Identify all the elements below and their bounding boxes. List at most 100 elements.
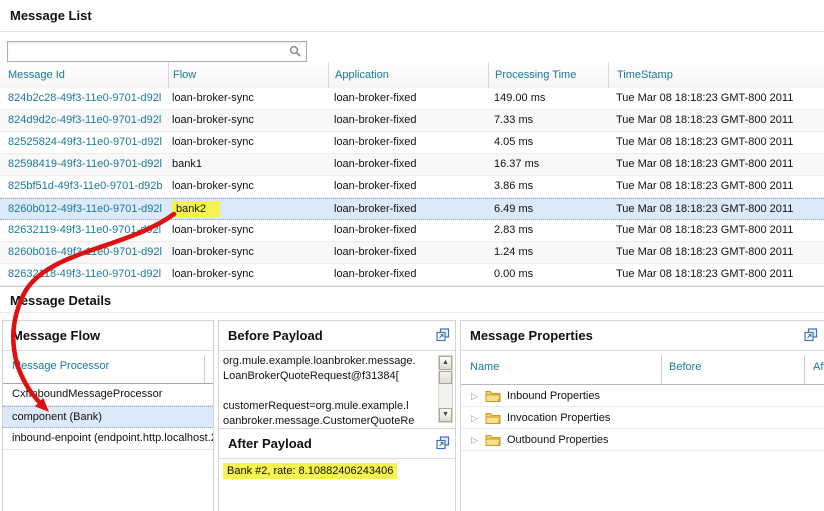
table-row[interactable]: 82525824-49f3-11e0-9701-d92l loan-broker… bbox=[0, 132, 824, 154]
column-header-name[interactable]: Name bbox=[470, 361, 499, 373]
cell-processing-time: 2.83 ms bbox=[494, 224, 534, 236]
after-payload-header: After Payload bbox=[219, 429, 455, 459]
cell-processing-time: 1.24 ms bbox=[494, 246, 534, 258]
property-group-row[interactable]: ▷ Inbound Properties bbox=[461, 385, 824, 407]
table-row[interactable]: 82632119-49f3-11e0-9701-d92l loan-broker… bbox=[0, 220, 824, 242]
cell-flow: bank1 bbox=[172, 158, 202, 170]
table-row-selected[interactable]: 8260b012-49f3-11e0-9701-d92l bank2 loan-… bbox=[0, 198, 824, 220]
cell-application: loan-broker-fixed bbox=[334, 158, 417, 170]
column-header-flow[interactable]: Flow bbox=[168, 62, 328, 88]
message-flow-title: Message Flow bbox=[12, 328, 101, 343]
expander-icon[interactable]: ▷ bbox=[471, 430, 485, 450]
vertical-scrollbar[interactable]: ▲ ▼ bbox=[438, 355, 453, 423]
column-header-message-id[interactable]: Message Id bbox=[0, 62, 168, 88]
cell-message-id[interactable]: 8260b016-49f3-11e0-9701-d92l bbox=[0, 242, 168, 263]
payload-line: customerRequest=org.mule.example.l bbox=[223, 400, 409, 412]
cell-timestamp: Tue Mar 08 18:18:23 GMT-800 2011 bbox=[616, 136, 794, 148]
cell-timestamp: Tue Mar 08 18:18:23 GMT-800 2011 bbox=[616, 203, 794, 215]
message-properties-title: Message Properties bbox=[470, 328, 593, 343]
cell-application: loan-broker-fixed bbox=[334, 180, 417, 192]
cell-processing-time: 4.05 ms bbox=[494, 136, 534, 148]
popout-icon[interactable] bbox=[804, 328, 818, 342]
table-row[interactable]: 824d9d2c-49f3-11e0-9701-d92l loan-broker… bbox=[0, 110, 824, 132]
after-payload-panel: After Payload Bank #2, rate: 8.108824062… bbox=[218, 428, 456, 511]
cell-message-id[interactable]: 8260b012-49f3-11e0-9701-d92l bbox=[0, 199, 168, 219]
column-divider bbox=[204, 355, 205, 383]
table-row[interactable]: 8260b016-49f3-11e0-9701-d92l loan-broker… bbox=[0, 242, 824, 264]
message-flow-panel: Message Flow Message Processor CxfInboun… bbox=[2, 320, 214, 511]
property-group-label[interactable]: Outbound Properties bbox=[507, 430, 609, 450]
message-processor-label: Message Processor bbox=[12, 360, 110, 372]
table-row[interactable]: 824b2c28-49f3-11e0-9701-d92l loan-broker… bbox=[0, 88, 824, 110]
cell-message-id[interactable]: 82632119-49f3-11e0-9701-d92l bbox=[0, 220, 168, 241]
flow-step-row[interactable]: inbound-enpoint (endpoint.http.localhost… bbox=[3, 428, 213, 450]
popout-icon[interactable] bbox=[436, 328, 450, 342]
message-processor-column-header[interactable]: Message Processor bbox=[3, 351, 213, 384]
cell-message-id[interactable]: 824b2c28-49f3-11e0-9701-d92l bbox=[0, 88, 168, 109]
before-payload-header: Before Payload bbox=[219, 321, 455, 351]
flow-step-row[interactable]: CxfInboundMessageProcessor bbox=[3, 384, 213, 406]
search-input[interactable] bbox=[11, 43, 285, 60]
property-group-row[interactable]: ▷ Outbound Properties bbox=[461, 429, 824, 451]
after-payload-title: After Payload bbox=[228, 436, 312, 451]
cell-flow: loan-broker-sync bbox=[172, 246, 254, 258]
cell-application: loan-broker-fixed bbox=[334, 224, 417, 236]
popout-icon[interactable] bbox=[436, 436, 450, 450]
message-list-header: Message Id Flow Application Processing T… bbox=[0, 62, 824, 89]
column-header-application[interactable]: Application bbox=[328, 62, 488, 88]
cell-processing-time: 3.86 ms bbox=[494, 180, 534, 192]
column-header-processing-time[interactable]: Processing Time bbox=[488, 62, 608, 88]
message-details-titlebar: Message Details bbox=[0, 286, 824, 313]
payload-line: oanbroker.message.CustomerQuoteRe bbox=[223, 415, 415, 427]
cell-message-id[interactable]: 82525824-49f3-11e0-9701-d92l bbox=[0, 132, 168, 153]
property-group-label[interactable]: Invocation Properties bbox=[507, 408, 610, 428]
property-group-row[interactable]: ▷ Invocation Properties bbox=[461, 407, 824, 429]
table-row[interactable]: 825bf51d-49f3-11e0-9701-d92b loan-broker… bbox=[0, 176, 824, 198]
cell-flow: loan-broker-sync bbox=[172, 136, 254, 148]
table-row[interactable]: 82632118-49f3-11e0-9701-d92l loan-broker… bbox=[0, 264, 824, 286]
cell-message-id[interactable]: 825bf51d-49f3-11e0-9701-d92b bbox=[0, 176, 168, 197]
cell-processing-time: 6.49 ms bbox=[494, 203, 534, 215]
cell-processing-time: 7.33 ms bbox=[494, 114, 534, 126]
before-payload-title: Before Payload bbox=[228, 328, 323, 343]
column-header-after[interactable]: After bbox=[813, 361, 824, 373]
cell-application: loan-broker-fixed bbox=[334, 203, 417, 215]
search-icon[interactable] bbox=[289, 45, 301, 57]
cell-message-id[interactable]: 82632118-49f3-11e0-9701-d92l bbox=[0, 264, 168, 285]
cell-application: loan-broker-fixed bbox=[334, 114, 417, 126]
cell-timestamp: Tue Mar 08 18:18:23 GMT-800 2011 bbox=[616, 92, 794, 104]
cell-processing-time: 0.00 ms bbox=[494, 268, 534, 280]
cell-application: loan-broker-fixed bbox=[334, 136, 417, 148]
cell-message-id[interactable]: 824d9d2c-49f3-11e0-9701-d92l bbox=[0, 110, 168, 131]
column-header-before[interactable]: Before bbox=[669, 361, 701, 373]
expander-icon[interactable]: ▷ bbox=[471, 408, 485, 428]
cell-timestamp: Tue Mar 08 18:18:23 GMT-800 2011 bbox=[616, 268, 794, 280]
scroll-down-button[interactable]: ▼ bbox=[439, 408, 452, 422]
folder-icon bbox=[485, 435, 501, 446]
property-group-label[interactable]: Inbound Properties bbox=[507, 386, 600, 406]
cell-message-id[interactable]: 82598419-49f3-11e0-9701-d92l bbox=[0, 154, 168, 175]
scroll-up-button[interactable]: ▲ bbox=[439, 356, 452, 370]
before-payload-content: org.mule.example.loanbroker.message. Loa… bbox=[219, 350, 455, 428]
cell-application: loan-broker-fixed bbox=[334, 92, 417, 104]
search-box[interactable] bbox=[7, 41, 307, 62]
table-row[interactable]: 82598419-49f3-11e0-9701-d92l bank1 loan-… bbox=[0, 154, 824, 176]
before-payload-text: org.mule.example.loanbroker.message. Loa… bbox=[223, 354, 435, 428]
cell-flow: loan-broker-sync bbox=[172, 224, 254, 236]
folder-icon bbox=[485, 391, 501, 402]
message-flow-header: Message Flow bbox=[3, 321, 213, 351]
highlight-after-payload: Bank #2, rate: 8.10882406243406 bbox=[223, 463, 398, 479]
expander-icon[interactable]: ▷ bbox=[471, 386, 485, 406]
cell-flow: loan-broker-sync bbox=[172, 92, 254, 104]
message-properties-panel: Message Properties Name Before After ▷ I… bbox=[460, 320, 824, 511]
cell-timestamp: Tue Mar 08 18:18:23 GMT-800 2011 bbox=[616, 158, 794, 170]
cell-flow-highlighted: bank2 bbox=[168, 199, 328, 219]
cell-timestamp: Tue Mar 08 18:18:23 GMT-800 2011 bbox=[616, 224, 794, 236]
cell-processing-time: 149.00 ms bbox=[494, 92, 546, 104]
payload-line: org.mule.example.loanbroker.message. bbox=[223, 355, 416, 367]
message-details-title: Message Details bbox=[10, 293, 112, 308]
column-header-timestamp[interactable]: TimeStamp bbox=[608, 62, 824, 88]
flow-step-row-selected[interactable]: component (Bank) bbox=[3, 406, 213, 428]
cell-processing-time: 16.37 ms bbox=[494, 158, 540, 170]
scrollbar-thumb[interactable] bbox=[439, 371, 452, 384]
